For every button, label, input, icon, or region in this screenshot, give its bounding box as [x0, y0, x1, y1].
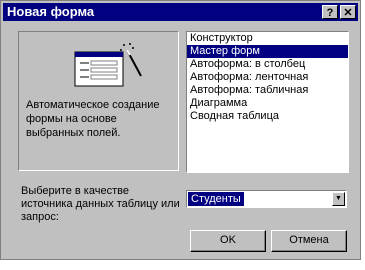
list-item-chart[interactable]: Диаграмма — [187, 97, 348, 110]
data-source-combo[interactable]: Студенты ▼ — [186, 190, 347, 208]
help-button[interactable]: ? — [322, 5, 338, 19]
data-source-label: Выберите в качестве источника данных таб… — [21, 185, 180, 223]
dialog-title: Новая форма — [7, 4, 95, 19]
list-item-constructor[interactable]: Конструктор — [187, 32, 348, 45]
wizard-description: Автоматическое создание формы на основе … — [26, 99, 160, 139]
close-button[interactable]: ✕ — [340, 5, 356, 19]
data-source-value: Студенты — [188, 192, 244, 206]
list-item-form-wizard[interactable]: Мастер форм — [187, 45, 348, 58]
form-type-listbox[interactable]: Конструктор Мастер форм Автоформа: в сто… — [186, 31, 349, 173]
chevron-down-icon[interactable]: ▼ — [332, 192, 345, 206]
list-item-autoform-tape[interactable]: Автоформа: ленточная — [187, 71, 348, 84]
list-item-autoform-column[interactable]: Автоформа: в столбец — [187, 58, 348, 71]
new-form-dialog: Новая форма ? ✕ Автоматическое создание … — [0, 0, 361, 260]
wizard-preview-panel: Автоматическое создание формы на основе … — [18, 31, 179, 171]
list-item-autoform-tabular[interactable]: Автоформа: табличная — [187, 84, 348, 97]
ok-button[interactable]: OK — [190, 230, 266, 252]
list-item-pivot-table[interactable]: Сводная таблица — [187, 110, 348, 123]
cancel-button[interactable]: Отмена — [271, 230, 347, 252]
title-bar[interactable]: Новая форма ? ✕ — [3, 3, 358, 21]
form-wizard-icon — [74, 43, 142, 87]
